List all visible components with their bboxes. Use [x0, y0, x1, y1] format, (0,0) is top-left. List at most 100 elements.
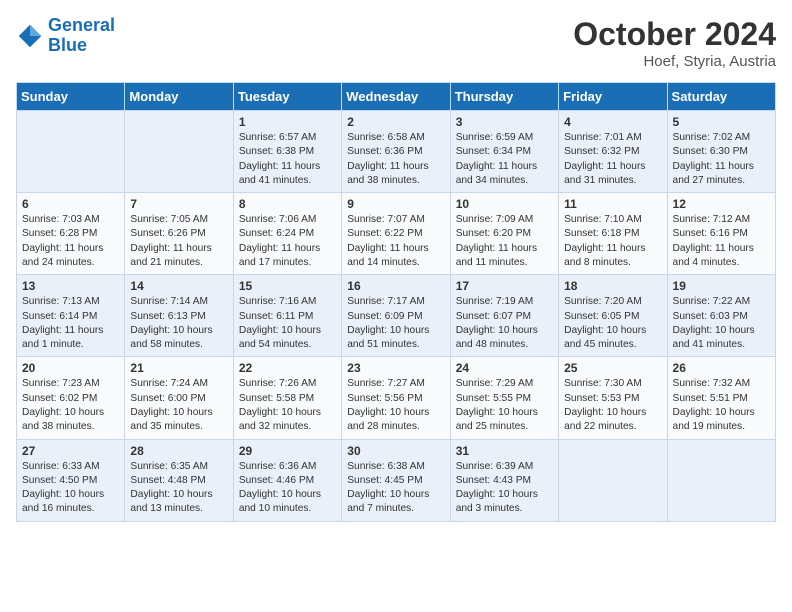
table-row: 11Sunrise: 7:10 AMSunset: 6:18 PMDayligh… [559, 193, 667, 275]
day-detail: Sunrise: 7:02 AM [673, 132, 751, 143]
day-detail: Sunset: 4:43 PM [456, 475, 531, 486]
day-number: 29 [239, 444, 336, 458]
header-sunday: Sunday [17, 83, 125, 111]
day-number: 1 [239, 115, 336, 129]
day-detail: Sunset: 6:26 PM [130, 228, 205, 239]
day-detail: Daylight: 10 hours and 19 minutes. [673, 407, 755, 432]
day-detail: Sunrise: 7:13 AM [22, 296, 100, 307]
header-wednesday: Wednesday [342, 83, 450, 111]
day-info: Sunrise: 7:14 AMSunset: 6:13 PMDaylight:… [130, 295, 227, 352]
day-detail: Sunset: 6:18 PM [564, 228, 639, 239]
day-detail: Sunset: 6:05 PM [564, 311, 639, 322]
day-number: 3 [456, 115, 553, 129]
table-row: 3Sunrise: 6:59 AMSunset: 6:34 PMDaylight… [450, 111, 558, 193]
day-number: 17 [456, 279, 553, 293]
day-detail: Sunset: 6:36 PM [347, 146, 422, 157]
day-detail: Sunrise: 7:32 AM [673, 378, 751, 389]
day-info: Sunrise: 7:13 AM Sunset: 6:14 PM Daylight:… [22, 295, 119, 352]
table-row: 19Sunrise: 7:22 AMSunset: 6:03 PMDayligh… [667, 275, 775, 357]
day-detail: Daylight: 10 hours and 22 minutes. [564, 407, 646, 432]
day-info: Sunrise: 7:27 AMSunset: 5:56 PMDaylight:… [347, 377, 444, 434]
day-info: Sunrise: 7:09 AMSunset: 6:20 PMDaylight:… [456, 213, 553, 270]
table-row: 2Sunrise: 6:58 AMSunset: 6:36 PMDaylight… [342, 111, 450, 193]
day-detail: Daylight: 11 hours and 1 minute. [22, 325, 103, 350]
logo-blue: Blue [48, 35, 87, 55]
day-detail: Daylight: 11 hours and 21 minutes. [130, 243, 211, 268]
day-detail: Daylight: 10 hours and 28 minutes. [347, 407, 429, 432]
day-detail: Sunset: 6:16 PM [673, 228, 748, 239]
logo-general: General [48, 15, 115, 35]
day-detail: Sunset: 6:07 PM [456, 311, 531, 322]
day-detail: Sunset: 6:14 PM [22, 311, 97, 322]
logo-text: General Blue [48, 16, 115, 56]
day-detail: Sunrise: 7:17 AM [347, 296, 425, 307]
day-detail: Sunset: 6:13 PM [130, 311, 205, 322]
day-detail: Daylight: 10 hours and 7 minutes. [347, 489, 429, 514]
calendar-table: Sunday Monday Tuesday Wednesday Thursday… [16, 82, 776, 522]
table-row: 5Sunrise: 7:02 AMSunset: 6:30 PMDaylight… [667, 111, 775, 193]
header-thursday: Thursday [450, 83, 558, 111]
day-detail: Sunrise: 6:38 AM [347, 461, 425, 472]
day-info: Sunrise: 7:19 AMSunset: 6:07 PMDaylight:… [456, 295, 553, 352]
day-info: Sunrise: 7:23 AMSunset: 6:02 PMDaylight:… [22, 377, 119, 434]
day-number: 8 [239, 197, 336, 211]
day-detail: Sunset: 6:00 PM [130, 393, 205, 404]
day-number: 28 [130, 444, 227, 458]
day-number: 22 [239, 361, 336, 375]
table-row: 10 Sunrise: 7:09 AMSunset: 6:20 PMDayligh… [450, 193, 558, 275]
day-detail: Sunset: 6:09 PM [347, 311, 422, 322]
table-row: 20Sunrise: 7:23 AMSunset: 6:02 PMDayligh… [17, 357, 125, 439]
day-info: Sunrise: 6:36 AMSunset: 4:46 PMDaylight:… [239, 460, 336, 517]
day-number: 23 [347, 361, 444, 375]
day-detail: Sunset: 6:28 PM [22, 228, 97, 239]
day-detail: Sunrise: 7:12 AM [673, 214, 751, 225]
day-detail: Daylight: 11 hours and 27 minutes. [673, 161, 754, 186]
day-detail: Sunset: 5:55 PM [456, 393, 531, 404]
day-detail: Sunrise: 6:33 AM [22, 461, 100, 472]
table-row: 8 Sunrise: 7:06 AMSunset: 6:24 PMDaylight… [233, 193, 341, 275]
day-info: Sunrise: 6:39 AMSunset: 4:43 PMDaylight:… [456, 460, 553, 517]
day-number: 10 [456, 197, 553, 211]
table-row [559, 439, 667, 521]
day-detail: Daylight: 11 hours and 34 minutes. [456, 161, 537, 186]
table-row: 30Sunrise: 6:38 AMSunset: 4:45 PMDayligh… [342, 439, 450, 521]
day-detail: Sunset: 5:56 PM [347, 393, 422, 404]
day-number: 13 [22, 279, 119, 293]
day-detail: Daylight: 10 hours and 3 minutes. [456, 489, 538, 514]
day-detail: Sunset: 4:48 PM [130, 475, 205, 486]
day-number: 9 [347, 197, 444, 211]
day-detail: Sunset: 5:51 PM [673, 393, 748, 404]
day-detail: Sunset: 6:02 PM [22, 393, 97, 404]
day-info: Sunrise: 7:05 AM Sunset: 6:26 PM Daylight:… [130, 213, 227, 270]
day-number: 21 [130, 361, 227, 375]
day-detail: Daylight: 11 hours and 4 minutes. [673, 243, 754, 268]
day-number: 15 [239, 279, 336, 293]
day-detail: Sunset: 5:58 PM [239, 393, 314, 404]
table-row: 1Sunrise: 6:57 AMSunset: 6:38 PMDaylight… [233, 111, 341, 193]
day-detail: Daylight: 10 hours and 54 minutes. [239, 325, 321, 350]
day-detail: Daylight: 11 hours and 14 minutes. [347, 243, 428, 268]
day-info: Sunrise: 7:20 AMSunset: 6:05 PMDaylight:… [564, 295, 661, 352]
table-row: 16Sunrise: 7:17 AMSunset: 6:09 PMDayligh… [342, 275, 450, 357]
table-row [667, 439, 775, 521]
day-detail: Sunset: 5:53 PM [564, 393, 639, 404]
day-detail: Sunrise: 7:10 AM [564, 214, 642, 225]
table-row: 25Sunrise: 7:30 AMSunset: 5:53 PMDayligh… [559, 357, 667, 439]
day-detail: Sunrise: 6:36 AM [239, 461, 317, 472]
day-detail: Sunrise: 7:26 AM [239, 378, 317, 389]
day-detail: Daylight: 11 hours and 41 minutes. [239, 161, 320, 186]
day-detail: Sunrise: 7:01 AM [564, 132, 642, 143]
day-detail: Sunrise: 7:05 AM [130, 214, 208, 225]
day-detail: Sunrise: 6:35 AM [130, 461, 208, 472]
day-number: 12 [673, 197, 770, 211]
day-detail: Sunset: 6:38 PM [239, 146, 314, 157]
day-number: 7 [130, 197, 227, 211]
page-header: General Blue October 2024 Hoef, Styria, … [16, 16, 776, 70]
day-detail: Sunrise: 7:23 AM [22, 378, 100, 389]
day-info: Sunrise: 7:26 AMSunset: 5:58 PMDaylight:… [239, 377, 336, 434]
table-row: 24Sunrise: 7:29 AMSunset: 5:55 PMDayligh… [450, 357, 558, 439]
day-info: Sunrise: 7:06 AMSunset: 6:24 PMDaylight:… [239, 213, 336, 270]
calendar-week-row: 1Sunrise: 6:57 AMSunset: 6:38 PMDaylight… [17, 111, 776, 193]
table-row [17, 111, 125, 193]
table-row: 21Sunrise: 7:24 AMSunset: 6:00 PMDayligh… [125, 357, 233, 439]
